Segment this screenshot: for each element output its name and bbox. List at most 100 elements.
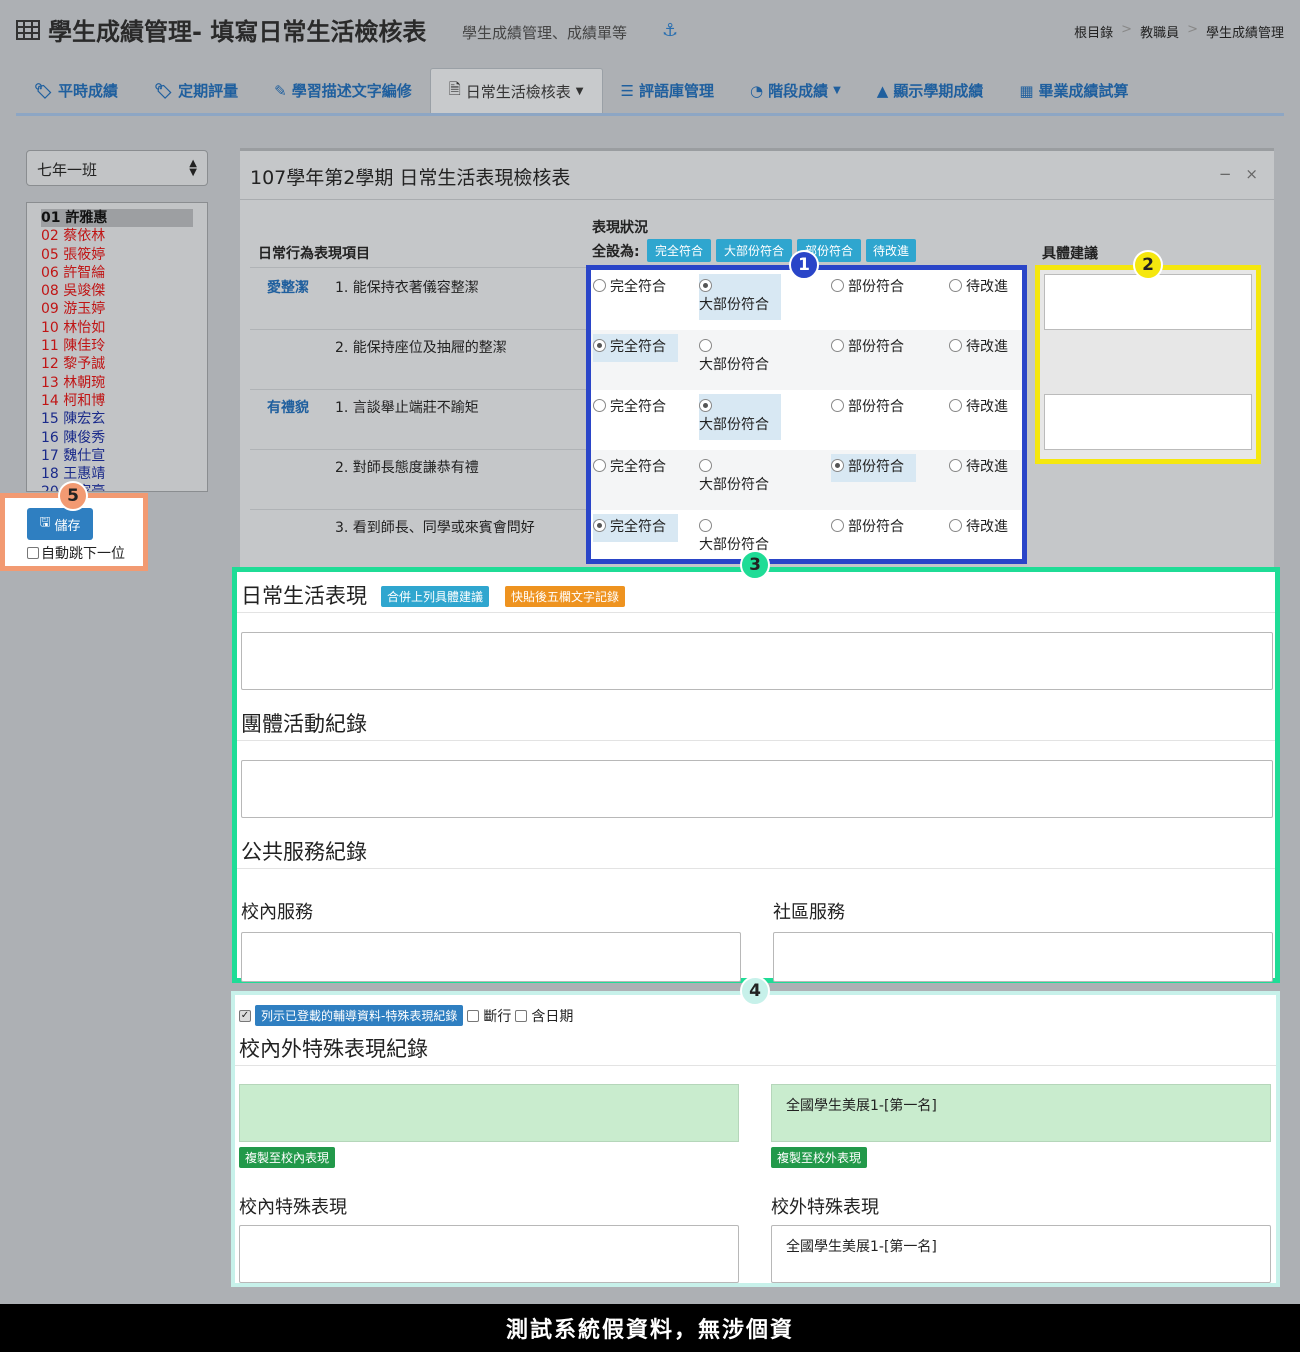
student-list[interactable]: 01 許雅惠 02 蔡依林 05 張筱婷 06 許智綸 08 吳竣傑 09 游玉婷 10 林… bbox=[26, 202, 208, 492]
radio-button[interactable] bbox=[593, 519, 606, 532]
radio-button[interactable] bbox=[699, 519, 712, 532]
student-item[interactable]: 17 魏仕宣 bbox=[41, 447, 207, 465]
out-school-record-textarea[interactable]: 全國學生美展1-[第一名] bbox=[771, 1084, 1271, 1142]
tab-learning-text[interactable]: ✎ 學習描述文字編修 bbox=[256, 68, 430, 113]
rating-option[interactable]: 部份符合 bbox=[831, 276, 904, 296]
set-all-full-button[interactable]: 完全符合 bbox=[647, 239, 711, 262]
student-item[interactable]: 06 許智綸 bbox=[41, 264, 207, 282]
rating-option[interactable]: 大部份符合 bbox=[699, 516, 769, 554]
radio-button[interactable] bbox=[949, 459, 962, 472]
radio-button[interactable] bbox=[831, 339, 844, 352]
tab-graduation-calc[interactable]: ▦ 畢業成績試算 bbox=[1001, 68, 1146, 113]
tab-daily-checklist[interactable]: 🗎 日常生活檢核表 ▼ bbox=[429, 68, 603, 113]
rating-option[interactable]: 待改進 bbox=[949, 456, 1008, 476]
tab-bar: 🏷 平時成績 🏷 定期評量 ✎ 學習描述文字編修 🗎 日常生活檢核表 ▼ ☰ 評語庫管理 ◔… bbox=[16, 68, 1284, 116]
paste-records-button[interactable]: 快貼後五欄文字記錄 bbox=[505, 586, 626, 607]
radio-button[interactable] bbox=[593, 399, 606, 412]
auto-next-option[interactable]: 自動跳下一位 bbox=[27, 543, 143, 563]
rating-option[interactable]: 待改進 bbox=[949, 336, 1008, 356]
student-item[interactable]: 15 陳宏玄 bbox=[41, 410, 207, 428]
anchor-icon[interactable]: ⚓ bbox=[662, 20, 678, 41]
student-item[interactable]: 09 游玉婷 bbox=[41, 300, 207, 318]
student-item[interactable]: 08 吳竣傑 bbox=[41, 282, 207, 300]
rating-option[interactable]: 完全符合 bbox=[593, 514, 678, 542]
merge-advice-button[interactable]: 合併上列具體建議 bbox=[381, 586, 490, 607]
rating-option[interactable]: 部份符合 bbox=[831, 396, 904, 416]
radio-button[interactable] bbox=[699, 459, 712, 472]
radio-button[interactable] bbox=[593, 279, 606, 292]
radio-button[interactable] bbox=[699, 279, 712, 292]
breadcrumb-root[interactable]: 根目錄 bbox=[1074, 22, 1113, 41]
rating-option[interactable]: 大部份符合 bbox=[699, 336, 769, 374]
breadcrumb-staff[interactable]: 教職員 bbox=[1140, 22, 1179, 41]
rating-option[interactable]: 待改進 bbox=[949, 396, 1008, 416]
student-item[interactable]: 10 林怡如 bbox=[41, 319, 207, 337]
rating-option[interactable]: 完全符合 bbox=[593, 396, 666, 416]
pie-chart-icon: ◔ bbox=[749, 81, 764, 100]
radio-button[interactable] bbox=[949, 279, 962, 292]
rating-option[interactable]: 完全符合 bbox=[593, 334, 678, 362]
daily-life-textarea[interactable] bbox=[241, 632, 1273, 690]
class-select[interactable]: 七年一班 ▲ ▼ bbox=[26, 150, 208, 186]
radio-button[interactable] bbox=[593, 459, 606, 472]
student-item[interactable]: 02 蔡依林 bbox=[41, 227, 207, 245]
student-item[interactable]: 01 許雅惠 bbox=[41, 209, 193, 228]
rating-option[interactable]: 待改進 bbox=[949, 516, 1008, 536]
in-school-service-label: 校內服務 bbox=[241, 902, 313, 923]
community-service-input[interactable] bbox=[773, 932, 1273, 982]
set-all-most-button[interactable]: 大部份符合 bbox=[716, 239, 792, 262]
student-item[interactable]: 12 黎予誠 bbox=[41, 355, 207, 373]
tab-semester-score[interactable]: ▲ 顯示學期成績 bbox=[859, 68, 1002, 113]
column-status-header: 表現狀況 bbox=[592, 220, 648, 236]
student-item[interactable]: 14 柯和博 bbox=[41, 392, 207, 410]
copy-to-in-school-button[interactable]: 複製至校內表現 bbox=[239, 1147, 336, 1168]
advice-textarea-2[interactable] bbox=[1044, 394, 1252, 450]
close-icon[interactable]: × bbox=[1245, 165, 1258, 183]
calculator-icon: ▦ bbox=[1019, 81, 1034, 100]
copy-to-out-school-button[interactable]: 複製至校外表現 bbox=[771, 1147, 868, 1168]
student-item[interactable]: 13 林朝琬 bbox=[41, 374, 207, 392]
radio-button[interactable] bbox=[949, 519, 962, 532]
table-icon bbox=[16, 19, 40, 40]
break-line-checkbox[interactable] bbox=[467, 1009, 480, 1022]
radio-button[interactable] bbox=[949, 339, 962, 352]
in-school-record-textarea[interactable] bbox=[239, 1084, 739, 1142]
radio-button[interactable] bbox=[831, 399, 844, 412]
radio-button[interactable] bbox=[949, 399, 962, 412]
tab-stage-score[interactable]: ◔ 階段成績 ▼ bbox=[732, 68, 859, 113]
rating-option[interactable]: 大部份符合 bbox=[699, 456, 769, 494]
rating-option[interactable]: 完全符合 bbox=[593, 456, 666, 476]
out-school-special-textarea[interactable]: 全國學生美展1-[第一名] bbox=[771, 1225, 1271, 1283]
tab-periodic-exam[interactable]: 🏷 定期評量 bbox=[136, 68, 256, 113]
advice-textarea-1[interactable] bbox=[1044, 274, 1252, 330]
student-item[interactable]: 05 張筱婷 bbox=[41, 246, 207, 264]
in-school-special-textarea[interactable] bbox=[239, 1225, 739, 1283]
rating-option[interactable]: 大部份符合 bbox=[699, 274, 781, 320]
rating-option[interactable]: 部份符合 bbox=[831, 516, 904, 536]
rating-option[interactable]: 完全符合 bbox=[593, 276, 666, 296]
in-school-service-input[interactable] bbox=[241, 932, 741, 982]
group-activity-textarea[interactable] bbox=[241, 760, 1273, 818]
radio-button[interactable] bbox=[831, 519, 844, 532]
rating-option[interactable]: 部份符合 bbox=[831, 454, 916, 482]
rating-option[interactable]: 大部份符合 bbox=[699, 394, 781, 440]
radio-button[interactable] bbox=[831, 279, 844, 292]
student-item[interactable]: 18 王惠靖 bbox=[41, 465, 207, 483]
radio-button[interactable] bbox=[699, 339, 712, 352]
rating-option[interactable]: 部份符合 bbox=[831, 336, 904, 356]
minimize-icon[interactable]: − bbox=[1219, 165, 1232, 183]
student-item[interactable]: 11 陳佳玲 bbox=[41, 337, 207, 355]
student-item[interactable]: 16 陳俊秀 bbox=[41, 429, 207, 447]
radio-button[interactable] bbox=[831, 459, 844, 472]
rating-option[interactable]: 待改進 bbox=[949, 276, 1008, 296]
radio-button[interactable] bbox=[699, 399, 712, 412]
set-all-improve-button[interactable]: 待改進 bbox=[866, 239, 916, 262]
auto-next-checkbox[interactable] bbox=[27, 547, 39, 559]
save-button[interactable]: 🖫 儲存 bbox=[27, 508, 93, 540]
tab-daily-score[interactable]: 🏷 平時成績 bbox=[16, 68, 136, 113]
list-records-checkbox[interactable]: ✓ bbox=[239, 1009, 251, 1022]
radio-button[interactable] bbox=[593, 339, 606, 352]
list-records-button[interactable]: 列示已登載的輔導資料-特殊表現紀錄 bbox=[255, 1005, 464, 1026]
tab-comment-library[interactable]: ☰ 評語庫管理 bbox=[603, 68, 732, 113]
with-date-checkbox[interactable] bbox=[515, 1009, 528, 1022]
